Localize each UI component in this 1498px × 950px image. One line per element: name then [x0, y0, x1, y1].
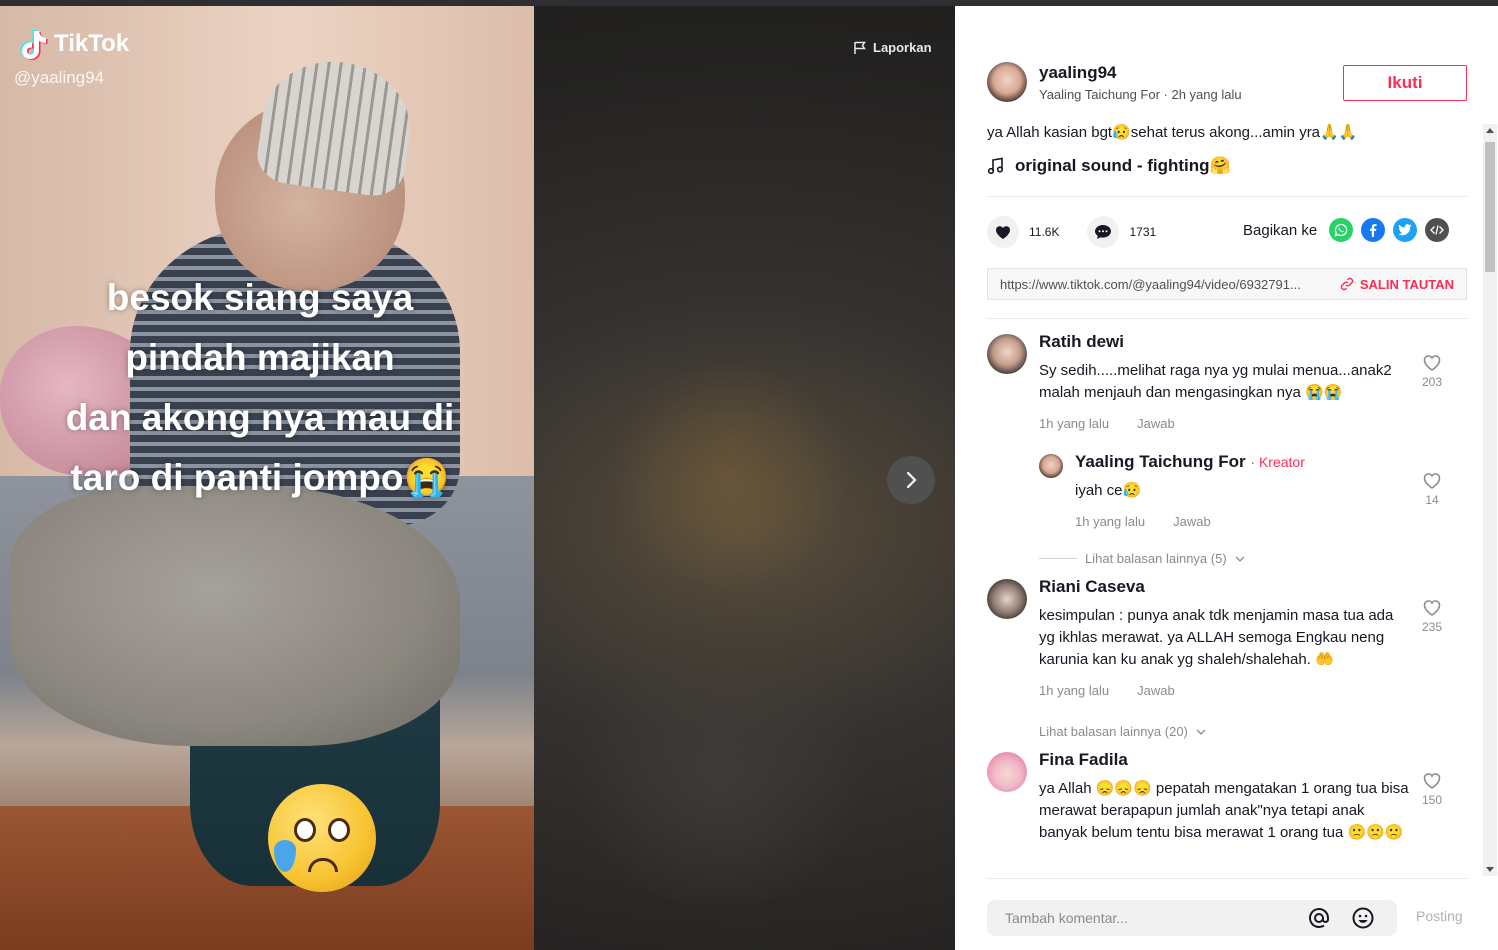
twitter-share-icon[interactable] — [1393, 218, 1418, 242]
commenter-name[interactable]: Riani Caseva — [1039, 577, 1409, 597]
music-note-icon — [987, 157, 1004, 175]
overlay-line: pindah majikan — [125, 337, 395, 378]
author-avatar[interactable] — [987, 62, 1027, 102]
comment-like-count: 235 — [1421, 620, 1443, 634]
tiktok-watermark: TikTok — [20, 28, 129, 60]
commenter-avatar[interactable] — [987, 752, 1027, 792]
overlay-line: taro di panti jompo😭 — [70, 457, 450, 498]
report-button[interactable]: Laporkan — [853, 40, 932, 55]
chevron-right-icon — [906, 471, 917, 489]
video-caption: ya Allah kasian bgt😥sehat terus akong...… — [987, 124, 1358, 141]
comment-text: ya Allah 😞😞😞 pepatah mengatakan 1 orang … — [1039, 780, 1409, 841]
commenter-name[interactable]: Yaaling Taichung For · Kreator — [1075, 452, 1405, 472]
video-watermark-handle: @yaaling94 — [14, 68, 105, 87]
heart-outline-icon — [1423, 600, 1441, 616]
share-row: Bagikan ke — [1243, 218, 1450, 242]
divider — [987, 878, 1467, 879]
creator-badge: · Kreator — [1250, 454, 1305, 470]
copy-link-label: SALIN TAUTAN — [1359, 276, 1454, 292]
comment-time: 1h yang lalu — [1039, 683, 1110, 698]
comment-time: 1h yang lalu — [1075, 514, 1146, 529]
video-stage: besok siang saya pindah majikan dan akon… — [0, 6, 955, 950]
mention-icon[interactable] — [1307, 906, 1331, 930]
emoji-icon[interactable] — [1351, 906, 1375, 930]
chevron-down-icon — [1196, 729, 1206, 735]
whatsapp-share-icon[interactable] — [1329, 218, 1354, 242]
author-username[interactable]: yaaling94 — [1039, 63, 1242, 83]
embed-code-icon[interactable] — [1425, 218, 1450, 242]
reply-author-name[interactable]: Yaaling Taichung For — [1075, 452, 1246, 471]
comment-like[interactable]: 150 — [1417, 772, 1447, 807]
reply-button[interactable]: Jawab — [1137, 416, 1175, 431]
view-more-replies-label[interactable]: Lihat balasan lainnya (20) — [1039, 724, 1188, 739]
chevron-down-icon — [1235, 556, 1245, 562]
like-count: 11.6K — [1029, 225, 1060, 239]
commenter-avatar[interactable] — [1039, 454, 1063, 478]
music-title: original sound - fighting🤗 — [1015, 156, 1231, 175]
blurred-background — [600, 366, 860, 586]
heart-outline-icon — [1423, 355, 1441, 371]
comment-like-count: 203 — [1421, 375, 1443, 389]
divider — [1039, 558, 1077, 559]
link-icon — [1340, 277, 1354, 291]
comment-like[interactable]: 14 — [1417, 472, 1447, 507]
comment-text: kesimpulan : punya anak tdk menjamin mas… — [1039, 607, 1394, 668]
scroll-down-arrow[interactable] — [1486, 867, 1494, 872]
video-link-box: https://www.tiktok.com/@yaaling94/video/… — [987, 268, 1467, 300]
copy-link-button[interactable]: SALIN TAUTAN — [1328, 277, 1466, 292]
next-video-button[interactable] — [887, 456, 935, 504]
view-more-replies-label[interactable]: Lihat balasan lainnya (5) — [1085, 551, 1227, 566]
comment-count: 1731 — [1129, 225, 1157, 239]
tiktok-wordmark: TikTok — [54, 30, 130, 57]
author-block: yaaling94 Yaaling Taichung For · 2h yang… — [987, 62, 1242, 102]
commenter-avatar[interactable] — [987, 579, 1027, 619]
tiktok-logo-icon — [20, 30, 48, 60]
heart-outline-icon — [1423, 773, 1441, 789]
comments-scrollbar[interactable] — [1483, 124, 1497, 876]
commenter-name[interactable]: Ratih dewi — [1039, 332, 1409, 352]
commenter-name[interactable]: Fina Fadila — [1039, 750, 1409, 770]
video-scene-blanket — [10, 486, 460, 746]
flag-icon — [854, 41, 866, 54]
view-more-replies[interactable]: Lihat balasan lainnya (20) — [1039, 724, 1467, 739]
reply-button[interactable]: Jawab — [1173, 514, 1211, 529]
report-label: Laporkan — [873, 40, 932, 55]
scrollbar-thumb[interactable] — [1485, 142, 1495, 272]
follow-button[interactable]: Ikuti — [1343, 65, 1467, 101]
comment-text: iyah ce😥 — [1075, 482, 1142, 499]
crying-face-sticker — [268, 784, 376, 892]
comment-bubble-icon — [1095, 225, 1112, 239]
author-subtitle: Yaaling Taichung For · 2h yang lalu — [1039, 86, 1242, 102]
scroll-up-arrow[interactable] — [1486, 128, 1494, 133]
like-button[interactable] — [987, 216, 1019, 248]
engagement-stats: 11.6K 1731 — [987, 216, 1156, 248]
video-overlay-text: besok siang saya pindah majikan dan akon… — [0, 268, 520, 508]
reply-button[interactable]: Jawab — [1137, 683, 1175, 698]
view-more-replies[interactable]: Lihat balasan lainnya (5) — [1039, 551, 1467, 566]
comment-like-count: 150 — [1421, 793, 1443, 807]
heart-outline-icon — [1423, 473, 1441, 489]
comment-input-tools — [1307, 906, 1375, 930]
overlay-line: besok siang saya — [106, 277, 414, 318]
comment-like[interactable]: 203 — [1417, 354, 1447, 389]
commenter-avatar[interactable] — [987, 334, 1027, 374]
divider — [987, 196, 1467, 197]
music-link[interactable]: original sound - fighting🤗 — [987, 156, 1231, 176]
blurred-background — [560, 646, 880, 906]
details-panel: yaaling94 Yaaling Taichung For · 2h yang… — [955, 6, 1498, 950]
facebook-share-icon[interactable] — [1361, 218, 1386, 242]
heart-icon — [996, 226, 1010, 239]
comment-list[interactable]: Ratih dewi Sy sedih.....melihat raga nya… — [987, 332, 1467, 876]
share-label: Bagikan ke — [1243, 221, 1318, 239]
comment-text: Sy sedih.....melihat raga nya yg mulai m… — [1039, 362, 1392, 401]
post-comment-button[interactable]: Posting — [1416, 908, 1463, 924]
comment-like[interactable]: 235 — [1417, 599, 1447, 634]
divider — [987, 318, 1467, 319]
video-player[interactable]: besok siang saya pindah majikan dan akon… — [0, 6, 534, 950]
comment-time: 1h yang lalu — [1039, 416, 1110, 431]
comment-button[interactable] — [1087, 216, 1120, 248]
overlay-line: dan akong nya mau di — [65, 397, 455, 438]
video-url[interactable]: https://www.tiktok.com/@yaaling94/video/… — [988, 277, 1328, 292]
comment-like-count: 14 — [1425, 493, 1439, 507]
